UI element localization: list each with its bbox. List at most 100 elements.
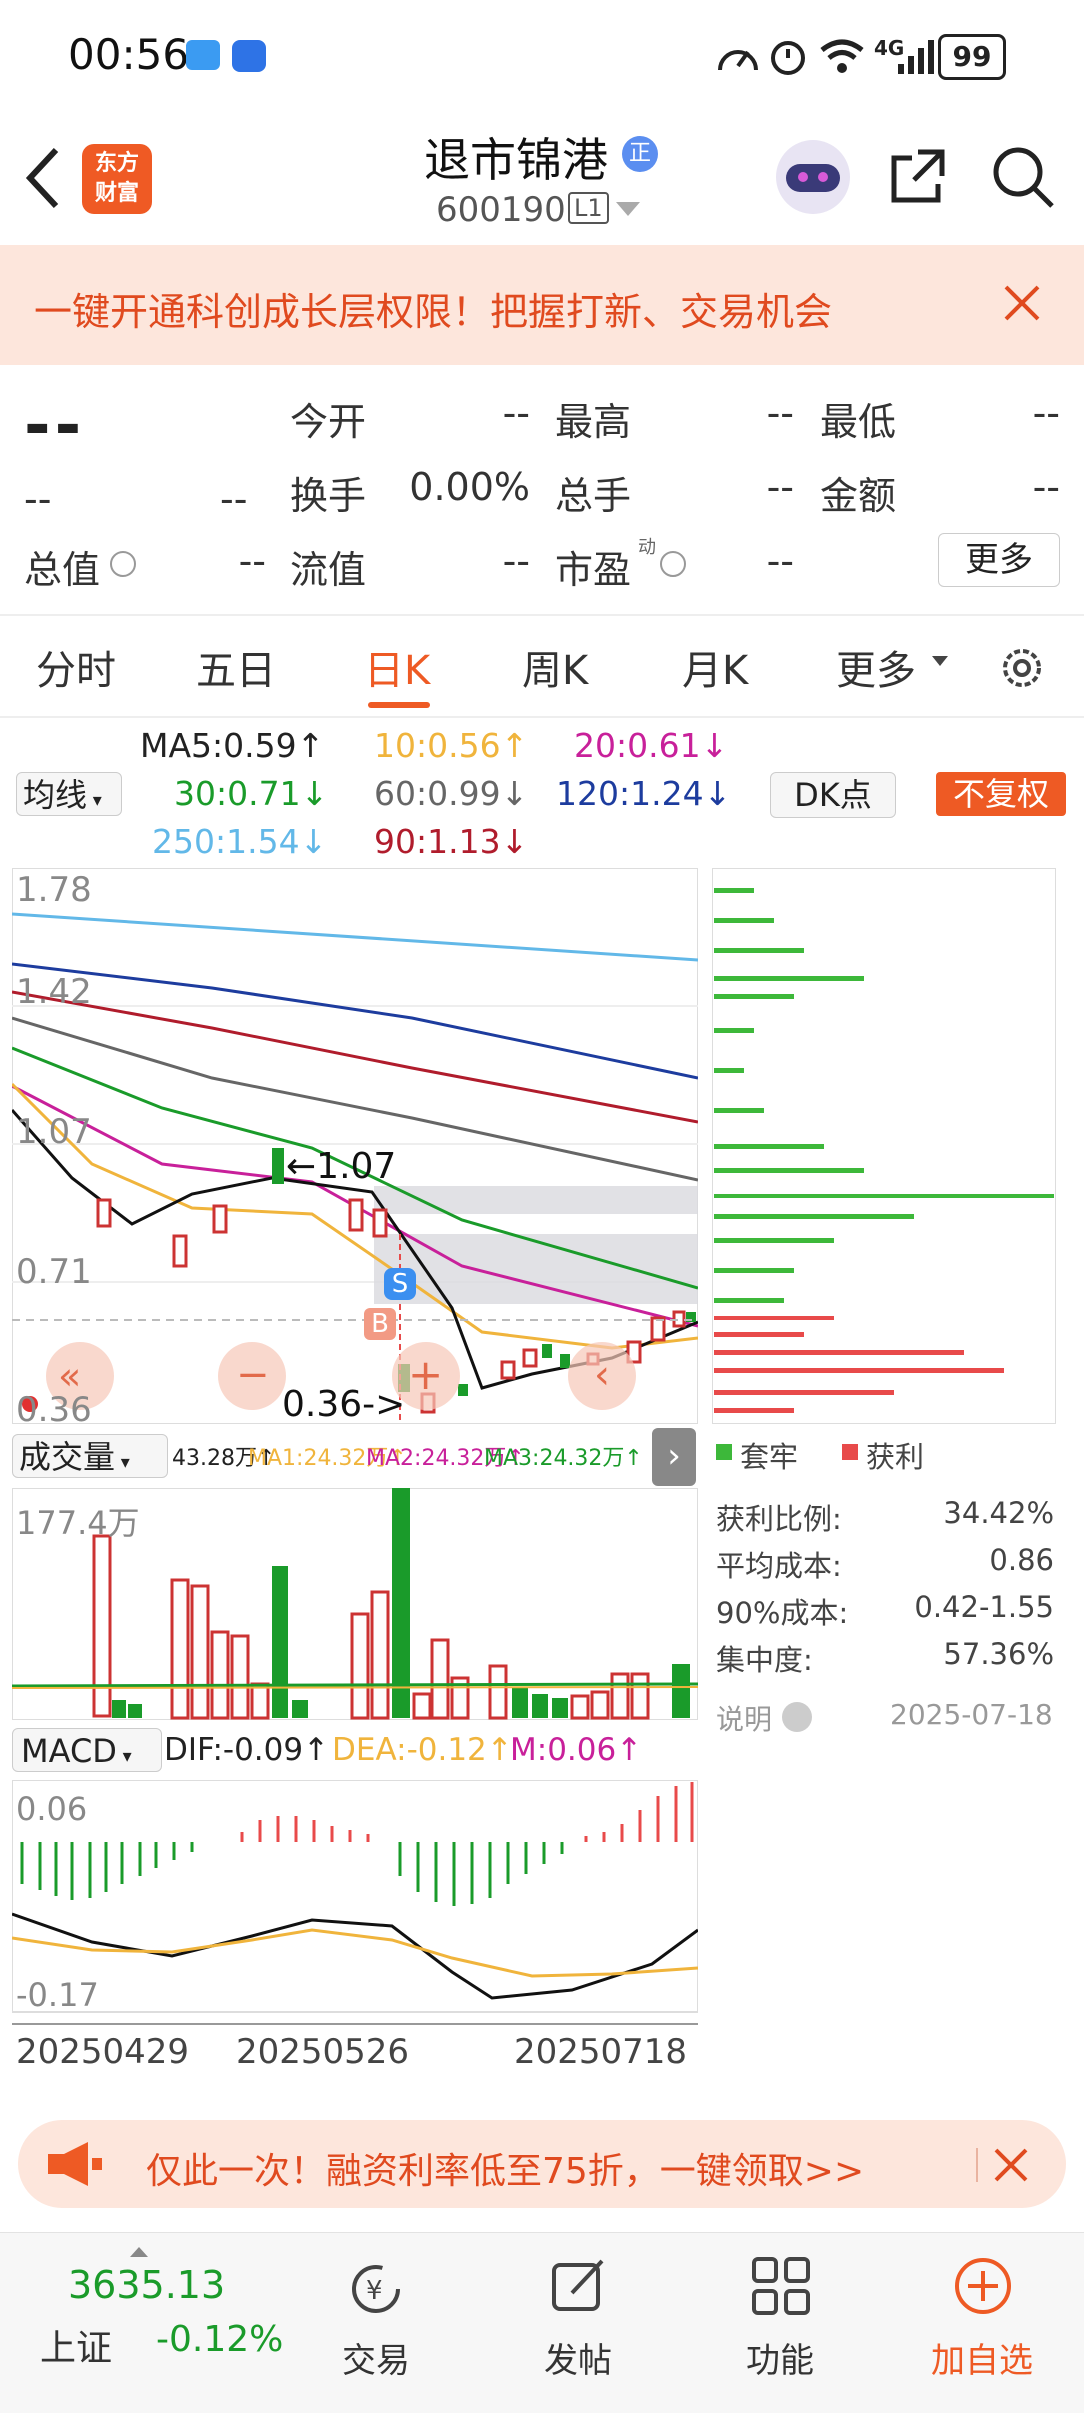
ma-legend: 均线 ▾ MA5:0.59↑ 10:0.56↑ 20:0.61↓ 30:0.71…	[0, 720, 1084, 870]
browser-icon	[232, 40, 266, 72]
dropdown-icon[interactable]	[932, 656, 948, 668]
step-left-icon[interactable]: ‹	[594, 1352, 610, 1398]
promo-banner[interactable]: 一键开通科创成长层权限！把握打新、交易机会	[0, 245, 1084, 365]
macd-selector[interactable]: MACD ▾	[12, 1728, 162, 1772]
last-price: --	[24, 389, 86, 463]
expand-panel-button[interactable]: ›	[652, 1428, 696, 1486]
chip-stat-value: 57.36%	[943, 1637, 1054, 1671]
sell-marker[interactable]: S	[384, 1268, 416, 1300]
robot-avatar-icon[interactable]	[776, 140, 850, 214]
post-icon[interactable]	[548, 2255, 608, 2315]
volume-max-label: 177.4万	[16, 1504, 140, 1542]
nav-trade[interactable]: 交易	[306, 2333, 446, 2382]
wifi-icon	[820, 39, 864, 73]
active-tab-indicator	[368, 702, 430, 708]
tab-five-day[interactable]: 五日	[196, 638, 276, 696]
zoom-in-icon[interactable]: +	[408, 1350, 443, 1399]
kline-y-label: 0.71	[16, 1252, 92, 1292]
chip-stat-label: 90%成本:	[716, 1596, 849, 1630]
divider	[0, 716, 1084, 718]
label-amount: 金额	[820, 474, 897, 518]
info-icon[interactable]	[660, 551, 686, 577]
scroll-left-icon[interactable]: «	[58, 1354, 81, 1398]
macd-y-bottom: -0.17	[16, 1976, 99, 2014]
tab-monthly-k[interactable]: 月K	[682, 638, 748, 696]
level-badge[interactable]: L1	[568, 192, 609, 224]
pe-super: 动	[638, 537, 656, 558]
back-arrow-icon[interactable]	[22, 146, 62, 210]
dk-point-button[interactable]: DK点	[770, 772, 896, 818]
label-open: 今开	[290, 400, 367, 444]
search-icon[interactable]	[990, 144, 1056, 210]
price-change: --	[24, 477, 52, 521]
label-low: 最低	[820, 400, 897, 444]
chip-stat-value: 0.86	[989, 1543, 1054, 1577]
promo-text: 一键开通科创成长层权限！把握打新、交易机会	[34, 290, 833, 334]
tab-daily-k[interactable]: 日K	[364, 638, 430, 696]
tab-intraday[interactable]: 分时	[36, 638, 116, 696]
value-market-cap: --	[238, 539, 266, 583]
tag-badge: 正	[622, 136, 658, 172]
macd-dif: DIF:-0.09↑	[164, 1732, 330, 1768]
adjust-button[interactable]: 不复权	[936, 772, 1066, 816]
bottom-nav: 3635.13 上证 -0.12% ¥ 交易 发帖 功能 加自选	[0, 2232, 1084, 2413]
divider	[976, 2148, 978, 2182]
value-volume: --	[766, 465, 794, 509]
chip-stat-label: 集中度:	[716, 1643, 813, 1677]
ma20-value: 20:0.61↓	[574, 726, 729, 765]
more-quote-button[interactable]: 更多	[938, 533, 1060, 587]
speed-icon	[718, 50, 758, 71]
index-name: 上证	[40, 2328, 113, 2369]
kline-y-label: 1.42	[16, 972, 92, 1012]
stock-name: 退市锦港	[424, 133, 608, 187]
ma30-value: 30:0.71↓	[174, 774, 329, 813]
tab-weekly-k[interactable]: 周K	[522, 638, 588, 696]
chip-note-link[interactable]: 说明	[716, 1698, 772, 1738]
status-time: 00:56	[68, 30, 190, 79]
stock-header: 东方 财富 退市锦港 正 600190 L1	[0, 110, 1084, 245]
label-pe: 市盈	[555, 548, 632, 592]
value-float-cap: --	[502, 539, 530, 583]
info-icon[interactable]	[782, 1702, 812, 1732]
chip-stat-label: 平均成本:	[716, 1549, 842, 1583]
brand-logo: 东方 财富	[82, 144, 152, 214]
nav-add-watchlist[interactable]: 加自选	[912, 2333, 1052, 2382]
financing-promo[interactable]: 仅此一次！融资利率低至75折，一键领取>>	[18, 2120, 1066, 2208]
chip-legend-profit: 获利	[866, 1440, 925, 1474]
ma-selector[interactable]: 均线 ▾	[16, 772, 122, 816]
value-pe: --	[766, 539, 794, 583]
svg-text:¥: ¥	[366, 2276, 383, 2306]
tab-more[interactable]: 更多	[836, 638, 916, 696]
chip-distribution[interactable]	[712, 868, 1056, 1424]
close-icon[interactable]	[1004, 285, 1040, 321]
high-annotation: ←1.07	[286, 1146, 397, 1187]
index-value[interactable]: 3635.13	[68, 2263, 225, 2307]
chip-legend-trapped-swatch	[716, 1444, 732, 1460]
chevron-down-icon[interactable]	[616, 202, 640, 218]
alarm-icon	[771, 41, 805, 75]
zoom-out-icon[interactable]: −	[236, 1352, 270, 1398]
info-icon[interactable]	[110, 551, 136, 577]
label-float-cap: 流值	[290, 548, 367, 592]
mail-icon	[186, 40, 220, 70]
nav-post[interactable]: 发帖	[508, 2333, 648, 2382]
chip-legend-trapped: 套牢	[740, 1440, 799, 1474]
ma250-value: 250:1.54↓	[152, 822, 328, 861]
chip-stat-value: 0.42-1.55	[914, 1590, 1054, 1624]
share-icon[interactable]	[888, 144, 950, 206]
gear-icon[interactable]	[996, 642, 1048, 694]
chip-date: 2025-07-18	[890, 1698, 1053, 1731]
value-amount: --	[1032, 465, 1060, 509]
close-icon[interactable]	[994, 2148, 1028, 2182]
trade-icon[interactable]: ¥	[344, 2261, 408, 2317]
nav-function[interactable]: 功能	[710, 2333, 850, 2382]
value-turnover: 0.00%	[409, 465, 530, 509]
period-tabs: 分时 五日 日K 周K 月K 更多	[0, 616, 1084, 716]
function-icon[interactable]	[750, 2255, 812, 2317]
volume-selector[interactable]: 成交量 ▾	[12, 1434, 168, 1478]
buy-marker[interactable]: B	[364, 1308, 396, 1340]
add-watchlist-icon[interactable]	[952, 2255, 1014, 2317]
value-high: --	[766, 391, 794, 435]
volume-ma3: MA3:24.32万↑	[484, 1446, 643, 1471]
label-volume: 总手	[555, 474, 632, 518]
